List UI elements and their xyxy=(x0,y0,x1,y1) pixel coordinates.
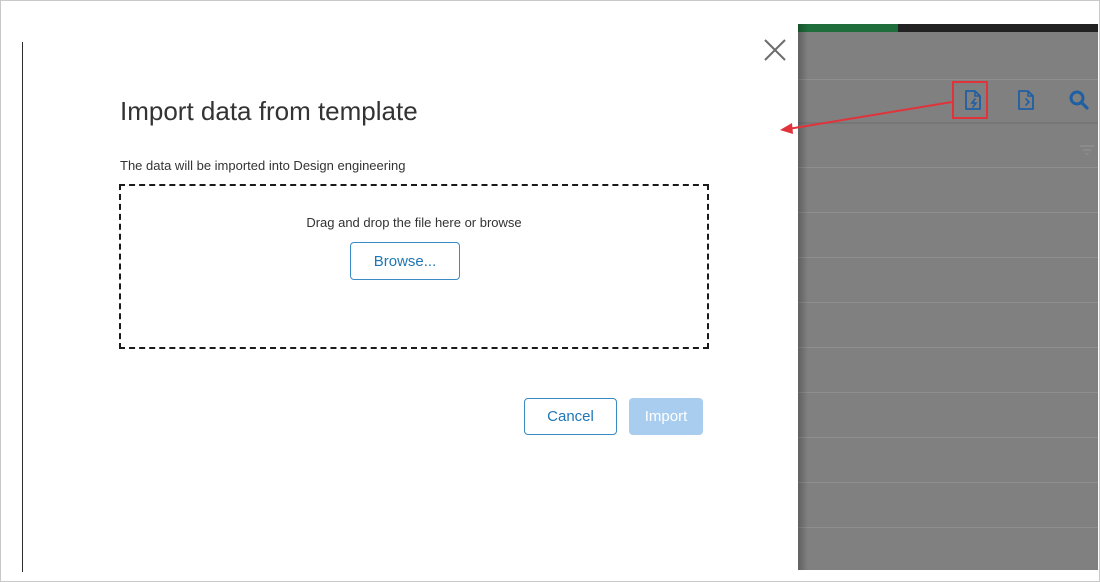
dialog-title: Import data from template xyxy=(120,96,418,126)
annotation-arrow xyxy=(780,101,953,134)
search-icon[interactable] xyxy=(1068,88,1090,112)
export-template-icon[interactable] xyxy=(1015,88,1037,112)
cancel-button[interactable]: Cancel xyxy=(524,398,617,435)
filter-icon[interactable] xyxy=(1080,142,1094,160)
background-top-bar xyxy=(798,24,1098,32)
page-edge-rule xyxy=(22,42,23,572)
browse-button[interactable]: Browse... xyxy=(350,242,460,280)
dialog-subtitle: The data will be imported into Design en… xyxy=(120,158,406,173)
import-button[interactable]: Import xyxy=(629,398,703,435)
dropzone-text: Drag and drop the file here or browse xyxy=(306,215,522,230)
close-icon[interactable] xyxy=(761,36,789,64)
file-dropzone[interactable]: Drag and drop the file here or browse Br… xyxy=(119,184,709,349)
